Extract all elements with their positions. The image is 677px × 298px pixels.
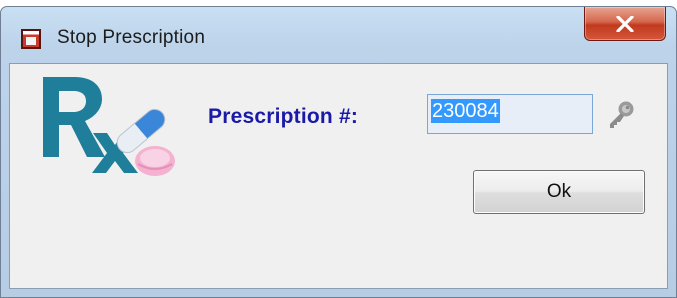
prescription-number-input[interactable]: 230084 <box>427 94 593 134</box>
close-button[interactable] <box>584 7 666 41</box>
window-title: Stop Prescription <box>57 27 206 48</box>
ok-button[interactable]: Ok <box>473 170 645 214</box>
rx-pills-logo <box>43 77 175 176</box>
prescription-number-value: 230084 <box>431 99 500 123</box>
app-window-icon <box>21 29 41 49</box>
title-bar[interactable]: Stop Prescription <box>1 7 676 63</box>
key-icon[interactable] <box>605 99 637 131</box>
prescription-number-label: Prescription #: <box>208 105 359 128</box>
close-icon <box>616 15 634 32</box>
stop-prescription-dialog: Stop Prescription Prescription #: 230084 <box>0 6 677 298</box>
